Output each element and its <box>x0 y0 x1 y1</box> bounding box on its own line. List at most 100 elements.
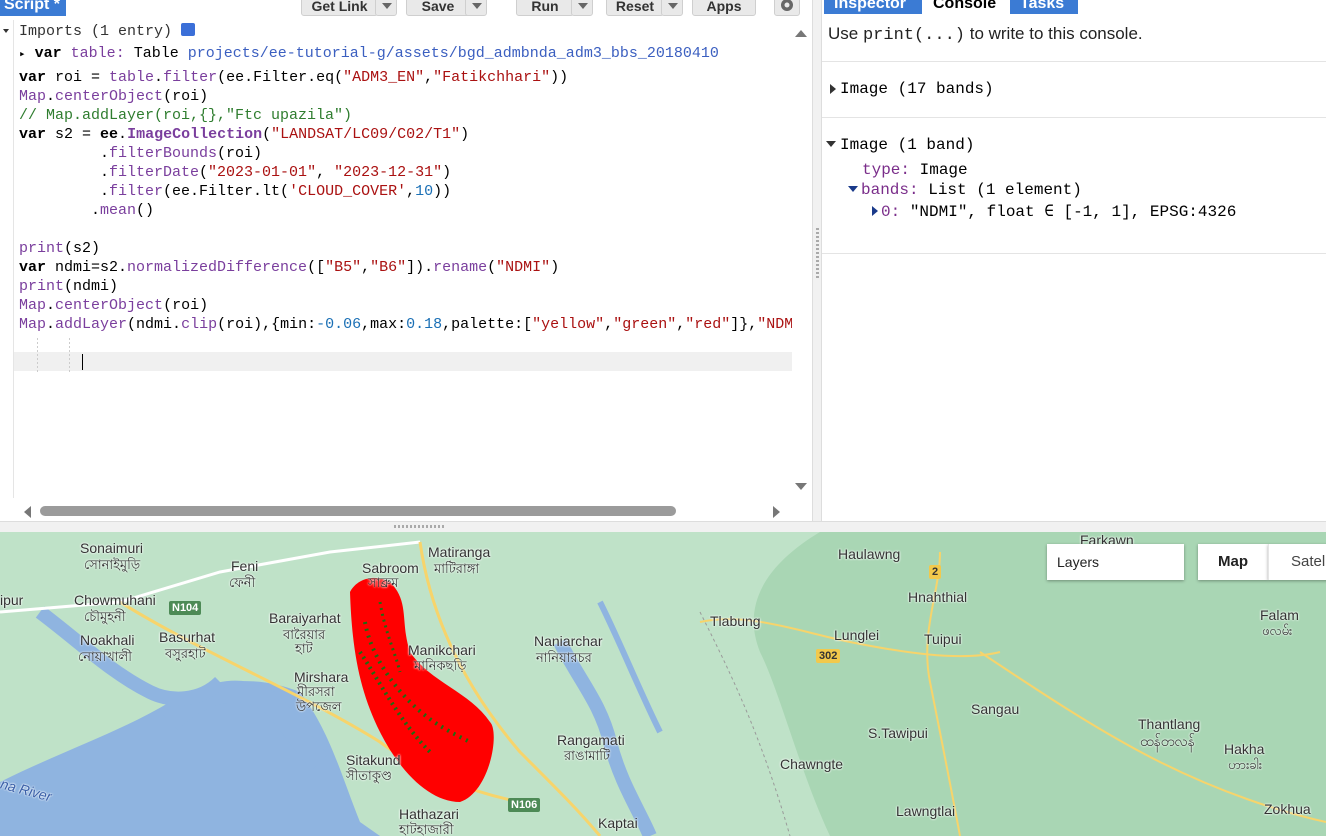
map-label: Chowmuhani <box>74 592 156 608</box>
expand-import-icon[interactable]: ▸ <box>19 49 26 61</box>
road-shield: 302 <box>816 649 841 663</box>
map-label: Feni <box>231 558 259 574</box>
gear-icon[interactable] <box>774 0 800 16</box>
code-line-3: // Map.addLayer(roi,{},"Ftc upazila") <box>19 107 353 124</box>
code-line-1: var roi = table.filter(ee.Filter.eq("ADM… <box>19 69 569 86</box>
band-0-row[interactable]: 0: "NDMI", float ∈ [-1, 1], EPSG:4326 <box>881 201 1236 221</box>
map-label: Sangau <box>971 701 1020 717</box>
code-line-5: .filterBounds(roi) <box>19 145 263 162</box>
map-label: Baraiyarhat <box>269 610 341 626</box>
map-type-button[interactable]: Map <box>1198 544 1268 580</box>
map-label: সীতাকুণ্ড <box>346 768 392 783</box>
scroll-down-icon[interactable] <box>795 483 807 490</box>
code-area[interactable]: Imports (1 entry) ▸ var table: Table pro… <box>14 20 792 498</box>
horizontal-scrollbar[interactable] <box>40 506 676 516</box>
map-label: Hnahthial <box>908 589 968 605</box>
scroll-right-icon[interactable] <box>773 506 780 518</box>
editor-toolbar: Script * Get Link Save Run Reset Apps <box>0 0 812 17</box>
code-line-14: Map.addLayer(ndmi.clip(roi),{min:-0.06,m… <box>19 316 792 333</box>
divider <box>822 61 1326 62</box>
map-label: Tuipui <box>924 631 962 647</box>
map-canvas[interactable]: Sonaimuri সোনাইমুড়ি Feni ফেনী Sabroom স… <box>0 532 1326 836</box>
road-shield: N106 <box>508 798 541 812</box>
imports-doc-icon[interactable] <box>181 23 196 36</box>
bands-row[interactable]: bands: List (1 element) <box>861 181 1082 199</box>
map-label: চৌমুহনী <box>84 609 126 624</box>
tab-inspector[interactable]: Inspector <box>824 0 922 14</box>
vertical-splitter[interactable] <box>812 0 822 521</box>
splitter-grip[interactable] <box>816 228 819 280</box>
code-line-2: Map.centerObject(roi) <box>19 88 209 105</box>
horizontal-splitter[interactable] <box>0 521 1326 532</box>
map-label: Noakhali <box>80 632 135 648</box>
reset-dropdown-icon[interactable] <box>661 0 683 16</box>
import-entry[interactable]: ▸ var table: Table projects/ee-tutorial-… <box>19 44 719 63</box>
code-line-11: var ndmi=s2.normalizedDifference(["B5","… <box>19 259 560 276</box>
map-label: Rangamati <box>557 732 625 748</box>
reset-button[interactable]: Reset <box>606 0 664 16</box>
road-shield: 2 <box>929 565 942 579</box>
script-title: Script * <box>0 0 67 16</box>
code-line-7: .filter(ee.Filter.lt('CLOUD_COVER',10)) <box>19 183 452 200</box>
satellite-type-button[interactable]: Satellite <box>1268 544 1326 580</box>
expand-image-icon[interactable] <box>830 84 836 94</box>
map-label: মাটিরাঙ্গা <box>434 561 480 576</box>
layers-control[interactable]: Layers <box>1047 544 1184 580</box>
map-label: ipur <box>0 592 24 608</box>
map-label: Zokhua <box>1264 801 1311 817</box>
map-label: রাঙামাটি <box>564 748 611 763</box>
console-output-image-1[interactable]: Image (1 band) <box>840 136 974 154</box>
map-label: Thantlang <box>1138 716 1201 732</box>
map-label: Sonaimuri <box>80 540 144 556</box>
collapse-image-icon[interactable] <box>826 141 836 147</box>
collapse-bands-icon[interactable] <box>848 186 858 192</box>
map-label: ফেনী <box>229 575 256 590</box>
code-line-12: print(ndmi) <box>19 278 119 295</box>
code-line-4: var s2 = ee.ImageCollection("LANDSAT/LC0… <box>19 126 470 143</box>
get-link-button[interactable]: Get Link <box>301 0 378 16</box>
map-label: Kaptai <box>598 815 638 831</box>
run-button[interactable]: Run <box>516 0 574 16</box>
console-output-image-17[interactable]: Image (17 bands) <box>840 80 994 98</box>
image-type-row: type: Image <box>862 161 968 179</box>
tab-console[interactable]: Console <box>923 0 1009 14</box>
tab-tasks[interactable]: Tasks <box>1010 0 1078 14</box>
get-link-dropdown-icon[interactable] <box>375 0 397 16</box>
save-button[interactable]: Save <box>406 0 470 16</box>
scroll-up-icon[interactable] <box>795 30 807 37</box>
text-caret <box>82 354 83 370</box>
output-panel: Inspector Console Tasks Use print(...) t… <box>822 0 1326 521</box>
map-label: Chawngte <box>780 756 844 772</box>
map-label: Hakha <box>1224 741 1265 757</box>
map-label: Lunglei <box>834 627 880 643</box>
code-line-10: print(s2) <box>19 240 101 257</box>
map-label: Haulawng <box>838 546 901 562</box>
collapse-imports-icon[interactable] <box>3 29 9 33</box>
expand-band-icon[interactable] <box>872 206 878 216</box>
run-dropdown-icon[interactable] <box>571 0 593 16</box>
divider <box>822 117 1326 118</box>
map-label: মানিকছড়ি <box>414 658 467 673</box>
code-line-8: .mean() <box>19 202 155 219</box>
map-label: Naniarchar <box>534 633 603 649</box>
imports-header[interactable]: Imports (1 entry) <box>19 22 196 41</box>
code-editor-panel: Script * Get Link Save Run Reset Apps Im… <box>0 0 812 521</box>
asset-path-link[interactable]: projects/ee-tutorial-g/assets/bgd_admbnd… <box>188 45 719 62</box>
current-line-highlight <box>14 352 792 371</box>
map-label: Sitakund <box>346 752 401 768</box>
map-label: ထန်တလန် <box>1140 733 1195 749</box>
code-line-13: Map.centerObject(roi) <box>19 297 209 314</box>
splitter-grip[interactable] <box>394 525 444 528</box>
console-hint: Use print(...) to write to this console. <box>828 24 1143 45</box>
map-label: Hathazari <box>399 806 459 822</box>
map-label: বসুরহাট <box>165 646 206 661</box>
indent-guide <box>69 338 70 372</box>
map-label: ဟားခါး <box>1228 757 1263 772</box>
map-label: হাট <box>295 641 313 656</box>
map-label: নানিয়ারচর <box>536 650 592 665</box>
map-label: Lawngtlai <box>896 803 956 819</box>
save-dropdown-icon[interactable] <box>465 0 487 16</box>
map-label: Basurhat <box>159 629 216 645</box>
scroll-left-icon[interactable] <box>24 506 31 518</box>
apps-button[interactable]: Apps <box>692 0 756 16</box>
